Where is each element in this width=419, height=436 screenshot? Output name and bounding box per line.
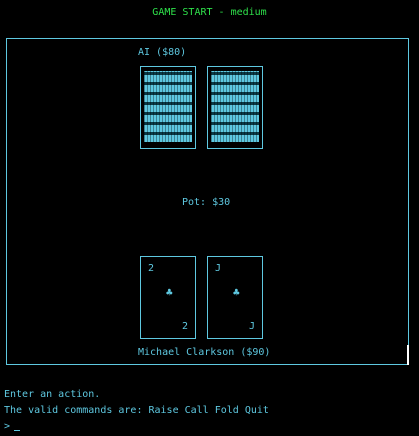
game-title: GAME START - medium — [152, 7, 267, 18]
prompt-symbol: > — [4, 421, 11, 432]
human-player-label: Michael Clarkson ($90) — [138, 347, 271, 358]
ai-card-back — [140, 66, 196, 149]
command-prompt[interactable]: > — [4, 419, 269, 435]
console-line-commands: The valid commands are: Raise Call Fold … — [4, 405, 269, 416]
card-rank-top: J — [215, 263, 222, 274]
text-cursor — [14, 430, 21, 431]
card-rank-bottom: J — [248, 321, 255, 332]
card-back-pattern — [211, 71, 259, 142]
ai-player-label: AI ($80) — [138, 47, 187, 58]
player-card-2: J ♣ J — [207, 256, 263, 339]
scrollbar-thumb[interactable] — [407, 345, 409, 365]
ai-card-back — [207, 66, 263, 149]
pot-label: Pot: $30 — [182, 197, 231, 208]
club-suit-icon: ♣ — [166, 286, 173, 299]
card-back-pattern — [144, 71, 192, 142]
console-output: Enter an action. The valid commands are:… — [4, 387, 269, 435]
card-rank-bottom: 2 — [181, 321, 188, 332]
console-line-instruction: Enter an action. — [4, 389, 101, 400]
club-suit-icon: ♣ — [233, 286, 240, 299]
card-rank-top: 2 — [148, 263, 155, 274]
player-card-1: 2 ♣ 2 — [140, 256, 196, 339]
